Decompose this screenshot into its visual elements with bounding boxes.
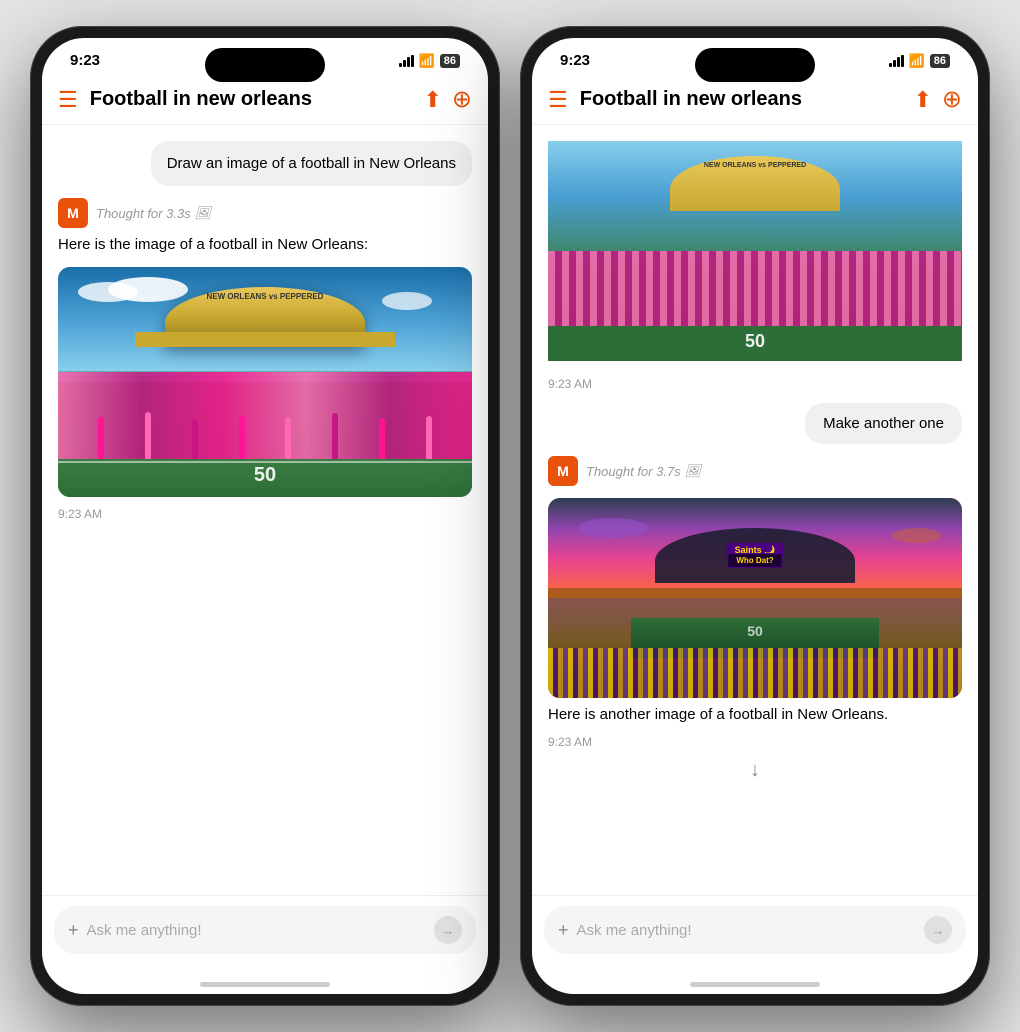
battery-right: 86 bbox=[930, 54, 950, 68]
second-timestamp-right: 9:23 AM bbox=[548, 731, 962, 749]
saints-visual-right: Saints 🌙 50 Who Dat? bbox=[548, 498, 962, 698]
dynamic-island-right bbox=[695, 48, 815, 82]
input-placeholder-left: Ask me anything! bbox=[87, 922, 426, 939]
chat-body-left: Draw an image of a football in New Orlea… bbox=[42, 125, 488, 895]
header-actions-left: ⬆ ⊕ bbox=[423, 85, 472, 114]
chat-title-right: Football in new orleans bbox=[580, 88, 914, 111]
top-stadium-image-right: NEW ORLEANS vs PEPPERED 50 bbox=[548, 141, 962, 361]
header-right: ☰ Football in new orleans ⬆ ⊕ bbox=[532, 77, 978, 125]
right-phone: 9:23 📶 86 ☰ Football in new orleans ⬆ ⊕ bbox=[520, 26, 990, 1006]
status-icons-left: 📶 86 bbox=[399, 53, 460, 69]
timestamp-left: 9:23 AM bbox=[58, 503, 472, 521]
ai-header-left: M Thought for 3.3s 🖼 bbox=[58, 198, 472, 228]
battery-left: 86 bbox=[440, 54, 460, 68]
ai-thought-left: Thought for 3.3s 🖼 bbox=[96, 205, 211, 221]
user-message-left: Draw an image of a football in New Orlea… bbox=[151, 141, 472, 186]
first-timestamp-right: 9:23 AM bbox=[548, 373, 962, 391]
chat-input-bar-left: + Ask me anything! → bbox=[42, 895, 488, 974]
ai-thought-right: Thought for 3.7s 🖼 bbox=[586, 463, 701, 479]
scroll-indicator[interactable]: ↓ bbox=[548, 755, 962, 786]
ai-text-right: Here is another image of a football in N… bbox=[548, 704, 962, 725]
image-icon-right: 🖼 bbox=[685, 463, 702, 479]
input-placeholder-right: Ask me anything! bbox=[577, 922, 916, 939]
attach-button-right[interactable]: + bbox=[558, 920, 569, 941]
stadium-image-left: NEW ORLEANS vs PEPPERED bbox=[58, 267, 472, 497]
status-time-left: 9:23 bbox=[70, 52, 100, 69]
header-left: ☰ Football in new orleans ⬆ ⊕ bbox=[42, 77, 488, 125]
chat-body-right: NEW ORLEANS vs PEPPERED 50 9:23 AM Make … bbox=[532, 125, 978, 895]
send-button-right[interactable]: → bbox=[924, 916, 952, 944]
left-phone: 9:23 📶 86 ☰ Football in new orleans ⬆ ⊕ … bbox=[30, 26, 500, 1006]
chat-title-left: Football in new orleans bbox=[90, 88, 424, 111]
share-button-right[interactable]: ⬆ bbox=[913, 87, 931, 113]
ai-text-left: Here is the image of a football in New O… bbox=[58, 234, 472, 255]
add-button-right[interactable]: ⊕ bbox=[942, 85, 962, 114]
wifi-icon-left: 📶 bbox=[419, 53, 435, 69]
ai-avatar-left: M bbox=[58, 198, 88, 228]
right-phone-screen: 9:23 📶 86 ☰ Football in new orleans ⬆ ⊕ bbox=[532, 38, 978, 994]
stadium-visual-left: NEW ORLEANS vs PEPPERED bbox=[58, 267, 472, 497]
signal-icon-left bbox=[399, 55, 414, 67]
chat-input-left[interactable]: + Ask me anything! → bbox=[54, 906, 476, 954]
wifi-icon-right: 📶 bbox=[909, 53, 925, 69]
dynamic-island bbox=[205, 48, 325, 82]
home-indicator-left bbox=[42, 974, 488, 994]
left-phone-screen: 9:23 📶 86 ☰ Football in new orleans ⬆ ⊕ … bbox=[42, 38, 488, 994]
header-actions-right: ⬆ ⊕ bbox=[913, 85, 962, 114]
ai-response-left: M Thought for 3.3s 🖼 Here is the image o… bbox=[58, 198, 472, 521]
make-another-bubble: Make another one bbox=[805, 403, 962, 444]
status-icons-right: 📶 86 bbox=[889, 53, 950, 69]
signal-icon-right bbox=[889, 55, 904, 67]
share-button-left[interactable]: ⬆ bbox=[423, 87, 441, 113]
home-indicator-right bbox=[532, 974, 978, 994]
menu-icon-left[interactable]: ☰ bbox=[58, 87, 78, 113]
send-button-left[interactable]: → bbox=[434, 916, 462, 944]
chat-input-right[interactable]: + Ask me anything! → bbox=[544, 906, 966, 954]
attach-button-left[interactable]: + bbox=[68, 920, 79, 941]
down-arrow-icon: ↓ bbox=[750, 759, 760, 782]
ai-avatar-right: M bbox=[548, 456, 578, 486]
add-button-left[interactable]: ⊕ bbox=[452, 85, 472, 114]
ai-header-right: M Thought for 3.7s 🖼 bbox=[548, 456, 962, 486]
status-time-right: 9:23 bbox=[560, 52, 590, 69]
chat-input-bar-right: + Ask me anything! → bbox=[532, 895, 978, 974]
saints-image-right: Saints 🌙 50 Who Dat? bbox=[548, 498, 962, 698]
menu-icon-right[interactable]: ☰ bbox=[548, 87, 568, 113]
ai-response-right: M Thought for 3.7s 🖼 bbox=[548, 456, 962, 786]
image-icon-left: 🖼 bbox=[195, 205, 212, 221]
